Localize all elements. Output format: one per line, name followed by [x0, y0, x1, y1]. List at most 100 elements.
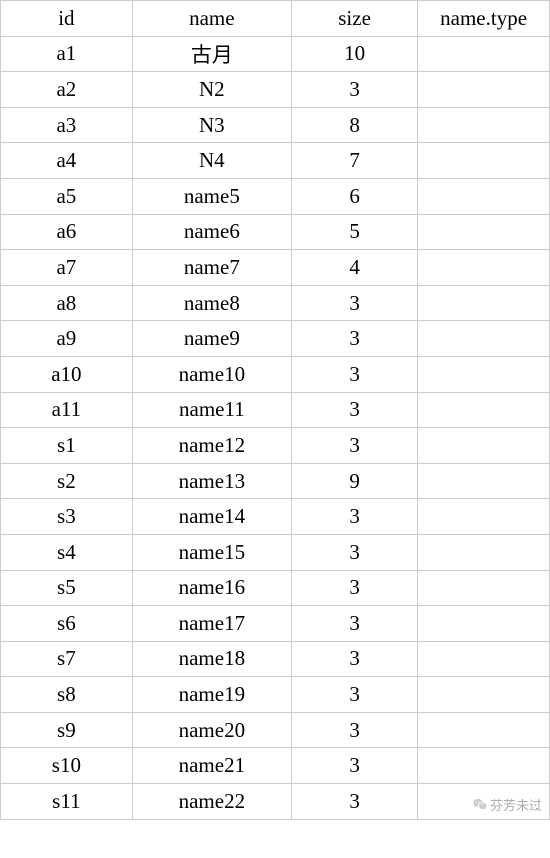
table-row: s1name123	[1, 428, 550, 464]
table-row: s11name223	[1, 784, 550, 820]
cell-name: name6	[132, 214, 291, 250]
table-row: s3name143	[1, 499, 550, 535]
cell-size: 3	[291, 72, 417, 108]
table-row: a11name113	[1, 392, 550, 428]
cell-size: 3	[291, 428, 417, 464]
cell-size: 8	[291, 107, 417, 143]
table-row: s9name203	[1, 712, 550, 748]
cell-type	[418, 606, 550, 642]
cell-id: s7	[1, 641, 133, 677]
cell-name: name15	[132, 534, 291, 570]
cell-id: a3	[1, 107, 133, 143]
table-row: a3N38	[1, 107, 550, 143]
cell-id: s1	[1, 428, 133, 464]
table-row: a1古月10	[1, 36, 550, 72]
table-row: a9name93	[1, 321, 550, 357]
cell-name: N2	[132, 72, 291, 108]
cell-type	[418, 428, 550, 464]
cell-name: name17	[132, 606, 291, 642]
cell-id: a6	[1, 214, 133, 250]
cell-type	[418, 499, 550, 535]
cell-id: s11	[1, 784, 133, 820]
cell-name: name13	[132, 463, 291, 499]
cell-name: name22	[132, 784, 291, 820]
cell-name: N4	[132, 143, 291, 179]
table-body: a1古月10a2N23a3N38a4N47a5name56a6name65a7n…	[1, 36, 550, 819]
cell-type	[418, 285, 550, 321]
cell-id: s4	[1, 534, 133, 570]
col-header-type: name.type	[418, 1, 550, 37]
cell-id: s2	[1, 463, 133, 499]
table-row: a10name103	[1, 356, 550, 392]
cell-size: 3	[291, 356, 417, 392]
cell-size: 3	[291, 784, 417, 820]
cell-id: s3	[1, 499, 133, 535]
table-row: a4N47	[1, 143, 550, 179]
cell-id: s8	[1, 677, 133, 713]
table-row: s5name163	[1, 570, 550, 606]
cell-name: name16	[132, 570, 291, 606]
cell-type	[418, 356, 550, 392]
cell-size: 7	[291, 143, 417, 179]
cell-type	[418, 641, 550, 677]
col-header-id: id	[1, 1, 133, 37]
cell-type	[418, 463, 550, 499]
cell-size: 3	[291, 285, 417, 321]
table-row: a8name83	[1, 285, 550, 321]
table-row: s7name183	[1, 641, 550, 677]
table-row: a7name74	[1, 250, 550, 286]
col-header-size: size	[291, 1, 417, 37]
cell-name: name5	[132, 178, 291, 214]
cell-size: 3	[291, 606, 417, 642]
cell-id: a10	[1, 356, 133, 392]
cell-id: s9	[1, 712, 133, 748]
cell-id: a8	[1, 285, 133, 321]
table-row: a6name65	[1, 214, 550, 250]
cell-size: 4	[291, 250, 417, 286]
cell-size: 5	[291, 214, 417, 250]
cell-size: 3	[291, 392, 417, 428]
cell-id: s5	[1, 570, 133, 606]
cell-name: name9	[132, 321, 291, 357]
table-row: a5name56	[1, 178, 550, 214]
cell-size: 3	[291, 641, 417, 677]
cell-name: name8	[132, 285, 291, 321]
cell-id: a9	[1, 321, 133, 357]
cell-name: name14	[132, 499, 291, 535]
cell-type	[418, 712, 550, 748]
data-table: id name size name.type a1古月10a2N23a3N38a…	[0, 0, 550, 820]
table-row: s2name139	[1, 463, 550, 499]
cell-type	[418, 250, 550, 286]
cell-name: name12	[132, 428, 291, 464]
cell-name: name11	[132, 392, 291, 428]
cell-size: 3	[291, 677, 417, 713]
cell-type	[418, 72, 550, 108]
cell-type	[418, 748, 550, 784]
cell-id: a1	[1, 36, 133, 72]
cell-type	[418, 214, 550, 250]
cell-type	[418, 677, 550, 713]
cell-type	[418, 392, 550, 428]
table-row: s4name153	[1, 534, 550, 570]
cell-type	[418, 570, 550, 606]
cell-type	[418, 178, 550, 214]
cell-id: a7	[1, 250, 133, 286]
table-header-row: id name size name.type	[1, 1, 550, 37]
cell-type	[418, 321, 550, 357]
table-row: s10name213	[1, 748, 550, 784]
cell-name: 古月	[132, 36, 291, 72]
col-header-name: name	[132, 1, 291, 37]
cell-type	[418, 36, 550, 72]
cell-size: 10	[291, 36, 417, 72]
cell-type	[418, 534, 550, 570]
cell-name: name10	[132, 356, 291, 392]
cell-type	[418, 143, 550, 179]
cell-size: 3	[291, 712, 417, 748]
cell-id: s10	[1, 748, 133, 784]
cell-size: 6	[291, 178, 417, 214]
cell-name: name7	[132, 250, 291, 286]
cell-name: name18	[132, 641, 291, 677]
cell-id: a4	[1, 143, 133, 179]
cell-size: 3	[291, 499, 417, 535]
cell-id: s6	[1, 606, 133, 642]
